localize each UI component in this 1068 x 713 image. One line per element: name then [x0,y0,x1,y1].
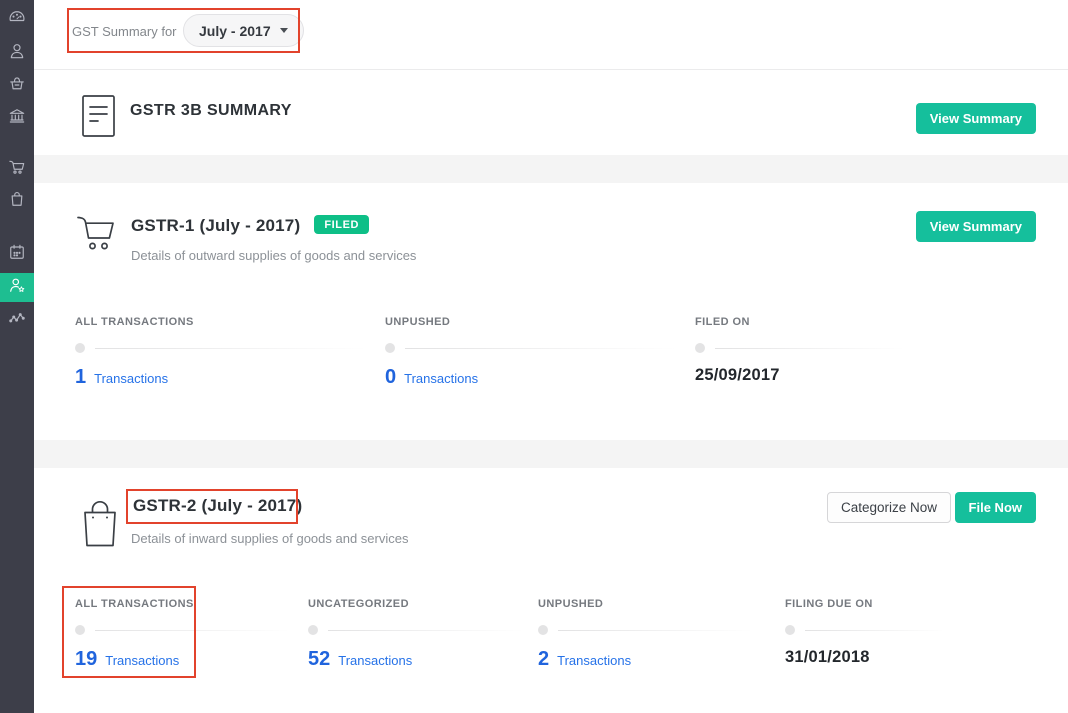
gstr2-stat-unpushed: UNPUSHED 2Transactions [538,598,753,671]
gstr2-filing-due-date: 31/01/2018 [785,648,870,666]
gstr2-stat-uncategorized: UNCATEGORIZED 52Transactions [308,598,523,671]
period-dropdown[interactable]: July - 2017 [183,14,304,47]
bag-icon [78,498,122,555]
gstr2-description: Details of inward supplies of goods and … [131,531,408,546]
gstr2-title: GSTR-2 (July - 2017) [133,496,302,516]
gstr2-unpushed-link[interactable]: Transactions [557,653,631,668]
gstr2-uncategorized-link[interactable]: Transactions [338,653,412,668]
items-icon [7,74,27,99]
gst-summary-for-label: GST Summary for [72,24,177,39]
gstr1-description: Details of outward supplies of goods and… [131,248,416,263]
gstr2-uncategorized-count[interactable]: 52 [308,648,330,670]
dashboard-icon [7,7,27,32]
gstr3b-view-summary-button[interactable]: View Summary [916,103,1036,134]
sidebar-item-purchases[interactable] [0,186,34,216]
section-divider-band [34,440,1068,468]
chevron-down-icon [280,28,288,33]
timeline-dot [308,625,318,635]
purchases-bag-icon [7,189,27,214]
gstr2-stat-filing-due-on: FILING DUE ON 31/01/2018 [785,598,945,667]
gst-filing-icon [7,275,27,300]
contacts-icon [7,41,27,66]
sidebar-item-contacts[interactable] [0,38,34,68]
timeline-dot [385,343,395,353]
section-divider-band [34,155,1068,183]
gstr1-stat-unpushed: UNPUSHED 0Transactions [385,316,677,389]
main-content: GST Summary for July - 2017 GSTR 3B SUMM… [34,0,1068,713]
gstr1-unpushed-link[interactable]: Transactions [404,371,478,386]
cart-icon [72,209,124,264]
gstr3b-title: GSTR 3B SUMMARY [130,102,292,120]
gstr1-filed-on-date: 25/09/2017 [695,366,780,384]
gstr2-section: GSTR-2 (July - 2017) Details of inward s… [34,468,1068,713]
gstr1-title: GSTR-1 (July - 2017) [131,216,300,235]
sidebar-item-items[interactable] [0,71,34,101]
gstr2-all-transactions-link[interactable]: Transactions [105,653,179,668]
gstr3b-section: GSTR 3B SUMMARY View Summary [34,70,1068,155]
gstr1-section: GSTR-1 (July - 2017) FILED Details of out… [34,183,1068,440]
timeline-dot [75,625,85,635]
sidebar [0,0,34,713]
gstr1-all-transactions-link[interactable]: Transactions [94,371,168,386]
banking-icon [7,106,27,131]
sidebar-item-dashboard[interactable] [0,4,34,34]
gstr1-view-summary-button[interactable]: View Summary [916,211,1036,242]
gstr2-stat-all-transactions: ALL TRANSACTIONS 19Transactions [75,598,290,671]
gstr2-all-transactions-count[interactable]: 19 [75,648,97,670]
sidebar-item-gst-filing[interactable] [0,273,34,302]
gstr1-stat-all-transactions: ALL TRANSACTIONS 1Transactions [75,316,367,389]
sales-cart-icon [7,157,27,182]
categorize-now-button[interactable]: Categorize Now [827,492,951,523]
sidebar-item-sales[interactable] [0,154,34,184]
timeline-dot [538,625,548,635]
file-now-button[interactable]: File Now [955,492,1036,523]
timeline-dot [75,343,85,353]
document-icon [81,94,116,143]
timeline-dot [785,625,795,635]
sidebar-item-reports[interactable] [0,305,34,335]
gstr1-stat-filed-on: FILED ON 25/09/2017 [695,316,905,385]
time-tracking-icon [7,242,27,267]
gst-summary-screen: GST Summary for July - 2017 GSTR 3B SUMM… [0,0,1068,713]
filed-badge: FILED [314,215,369,234]
reports-icon [7,308,27,333]
sidebar-item-time-tracking[interactable] [0,239,34,269]
gstr2-unpushed-count[interactable]: 2 [538,648,549,670]
gstr1-unpushed-count[interactable]: 0 [385,366,396,388]
topbar: GST Summary for July - 2017 [34,0,1068,70]
sidebar-item-banking[interactable] [0,103,34,133]
gstr1-all-transactions-count[interactable]: 1 [75,366,86,388]
timeline-dot [695,343,705,353]
period-dropdown-value: July - 2017 [199,23,271,39]
